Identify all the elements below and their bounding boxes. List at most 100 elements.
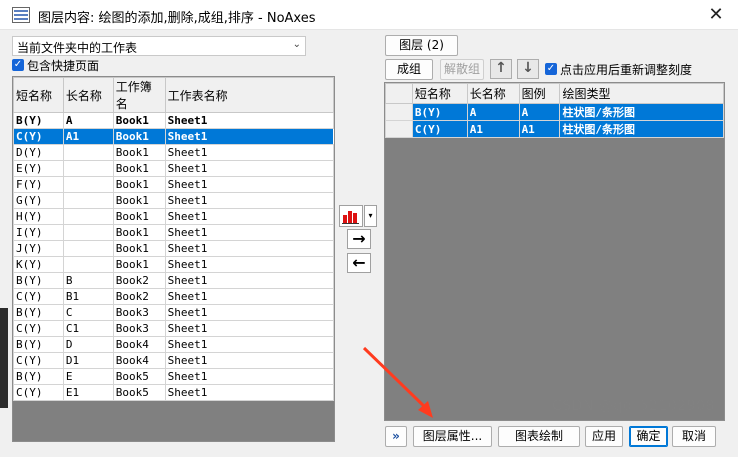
table-cell[interactable] — [62, 176, 114, 193]
table-cell[interactable]: Sheet1 — [164, 288, 334, 305]
row-header[interactable] — [385, 103, 413, 121]
table-cell[interactable]: Book1 — [112, 192, 166, 209]
table-cell[interactable]: Book1 — [112, 144, 166, 161]
table-cell[interactable]: D1 — [62, 352, 114, 369]
table-cell[interactable]: Sheet1 — [164, 224, 334, 241]
table-cell[interactable]: Book5 — [112, 368, 166, 385]
apply-button[interactable]: 应用 — [585, 426, 623, 447]
table-row[interactable]: I(Y) Book1 Sheet1 — [13, 224, 334, 241]
table-cell[interactable]: Book1 — [112, 128, 166, 145]
table-cell[interactable]: Sheet1 — [164, 352, 334, 369]
table-cell[interactable]: C(Y) — [13, 384, 64, 401]
table-cell[interactable]: K(Y) — [13, 256, 64, 273]
ok-button[interactable]: 确定 — [629, 426, 668, 447]
table-cell[interactable]: E1 — [62, 384, 114, 401]
table-cell[interactable]: Sheet1 — [164, 208, 334, 225]
table-cell[interactable]: B(Y) — [13, 304, 64, 321]
table-cell[interactable]: Sheet1 — [164, 256, 334, 273]
table-cell[interactable]: Sheet1 — [164, 304, 334, 321]
table-cell[interactable]: Sheet1 — [164, 112, 334, 129]
table-cell[interactable]: Book1 — [112, 240, 166, 257]
table-cell[interactable]: Book1 — [112, 224, 166, 241]
col-header-short-name[interactable]: 短名称 — [411, 83, 468, 104]
col-header-sheet-name[interactable]: 工作表名称 — [164, 77, 334, 113]
cancel-button[interactable]: 取消 — [672, 426, 716, 447]
table-cell[interactable]: A1 — [518, 120, 561, 138]
table-row[interactable]: D(Y) Book1 Sheet1 — [13, 144, 334, 161]
table-row[interactable]: G(Y) Book1 Sheet1 — [13, 192, 334, 209]
table-cell[interactable]: Sheet1 — [164, 160, 334, 177]
table-cell[interactable]: Sheet1 — [164, 368, 334, 385]
table-cell[interactable]: Book1 — [112, 176, 166, 193]
table-cell[interactable]: Sheet1 — [164, 240, 334, 257]
table-cell[interactable]: B(Y) — [13, 272, 64, 289]
table-cell[interactable]: B(Y) — [411, 103, 468, 121]
table-cell[interactable]: Sheet1 — [164, 320, 334, 337]
table-cell[interactable]: C1 — [62, 320, 114, 337]
plot-type-button[interactable] — [339, 205, 363, 227]
table-cell[interactable]: C(Y) — [13, 128, 64, 145]
table-cell[interactable]: Book1 — [112, 112, 166, 129]
table-cell[interactable] — [62, 256, 114, 273]
table-cell[interactable]: A — [518, 103, 561, 121]
table-row[interactable]: J(Y) Book1 Sheet1 — [13, 240, 334, 257]
col-header-legend[interactable]: 图例 — [518, 83, 561, 104]
table-cell[interactable]: D — [62, 336, 114, 353]
table-cell[interactable]: C(Y) — [13, 352, 64, 369]
table-cell[interactable]: Book4 — [112, 336, 166, 353]
table-cell[interactable]: A — [466, 103, 520, 121]
table-cell[interactable]: G(Y) — [13, 192, 64, 209]
table-cell[interactable]: F(Y) — [13, 176, 64, 193]
table-cell[interactable]: B(Y) — [13, 368, 64, 385]
close-icon[interactable]: ✕ — [704, 3, 728, 27]
table-cell[interactable]: C(Y) — [411, 120, 468, 138]
table-row[interactable]: B(Y) D Book4 Sheet1 — [13, 336, 334, 353]
layer-plot-row[interactable]: B(Y) A A 柱状图/条形图 — [385, 103, 724, 121]
table-cell[interactable]: E — [62, 368, 114, 385]
table-cell[interactable]: Sheet1 — [164, 336, 334, 353]
table-cell[interactable]: Book1 — [112, 208, 166, 225]
table-cell[interactable]: H(Y) — [13, 208, 64, 225]
table-row[interactable]: B(Y) A Book1 Sheet1 — [13, 112, 334, 129]
table-row[interactable]: C(Y) E1 Book5 Sheet1 — [13, 384, 334, 401]
table-cell[interactable]: Sheet1 — [164, 176, 334, 193]
plot-type-dropdown[interactable]: ▾ — [364, 205, 377, 227]
col-header-long-name[interactable]: 长名称 — [62, 77, 114, 113]
table-cell[interactable]: B — [62, 272, 114, 289]
table-cell[interactable]: Book2 — [112, 272, 166, 289]
table-row[interactable]: C(Y) A1 Book1 Sheet1 — [13, 128, 334, 145]
layer-properties-button[interactable]: 图层属性... — [413, 426, 492, 447]
include-shortcuts-checkbox[interactable]: ✓ — [12, 59, 24, 71]
table-cell[interactable]: Book1 — [112, 256, 166, 273]
table-row[interactable]: C(Y) D1 Book4 Sheet1 — [13, 352, 334, 369]
table-cell[interactable] — [62, 160, 114, 177]
table-cell[interactable]: C(Y) — [13, 320, 64, 337]
layer-plot-row[interactable]: C(Y) A1 A1 柱状图/条形图 — [385, 120, 724, 138]
table-cell[interactable]: A1 — [466, 120, 520, 138]
table-cell[interactable]: Sheet1 — [164, 144, 334, 161]
table-cell[interactable]: Sheet1 — [164, 272, 334, 289]
table-row[interactable]: H(Y) Book1 Sheet1 — [13, 208, 334, 225]
table-cell[interactable]: Sheet1 — [164, 192, 334, 209]
table-cell[interactable]: Sheet1 — [164, 384, 334, 401]
table-row[interactable]: C(Y) B1 Book2 Sheet1 — [13, 288, 334, 305]
table-cell[interactable]: Book3 — [112, 320, 166, 337]
layer-tab-button[interactable]: 图层 (2) — [385, 35, 458, 56]
table-cell[interactable]: Book3 — [112, 304, 166, 321]
table-cell[interactable]: Book4 — [112, 352, 166, 369]
table-cell[interactable] — [62, 224, 114, 241]
table-row[interactable]: E(Y) Book1 Sheet1 — [13, 160, 334, 177]
table-cell[interactable]: B1 — [62, 288, 114, 305]
col-header-long-name[interactable]: 长名称 — [466, 83, 520, 104]
table-cell[interactable]: 柱状图/条形图 — [559, 103, 724, 121]
expand-button[interactable]: » — [385, 426, 407, 447]
move-up-button[interactable]: ↑ — [490, 59, 512, 79]
table-row[interactable]: B(Y) B Book2 Sheet1 — [13, 272, 334, 289]
table-row[interactable]: K(Y) Book1 Sheet1 — [13, 256, 334, 273]
table-cell[interactable]: Book2 — [112, 288, 166, 305]
table-cell[interactable]: B(Y) — [13, 336, 64, 353]
table-row[interactable]: B(Y) E Book5 Sheet1 — [13, 368, 334, 385]
table-cell[interactable]: J(Y) — [13, 240, 64, 257]
col-header-book-name[interactable]: 工作簿名 — [112, 77, 166, 113]
table-cell[interactable]: Sheet1 — [164, 128, 334, 145]
